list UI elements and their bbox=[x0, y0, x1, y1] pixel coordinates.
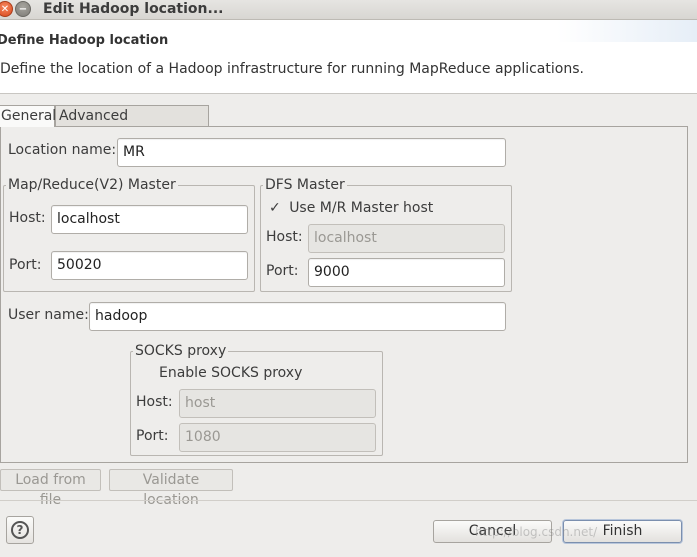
socks-proxy-group: SOCKS proxy Enable SOCKS proxy Host: hos… bbox=[130, 343, 383, 456]
validate-location-button[interactable]: Validate location bbox=[109, 469, 233, 508]
close-icon[interactable]: ✕ bbox=[0, 1, 13, 17]
general-panel: Location name: MR Map/Reduce(V2) Master … bbox=[0, 126, 688, 463]
dfs-port-input[interactable]: 9000 bbox=[308, 258, 505, 287]
location-name-label: Location name: bbox=[8, 142, 117, 158]
location-name-input[interactable]: MR bbox=[117, 138, 506, 167]
help-icon: ? bbox=[11, 521, 29, 539]
checkmark-icon: ✓ bbox=[269, 200, 281, 216]
dialog-header: Define Hadoop location Define the locati… bbox=[0, 20, 697, 94]
mapreduce-master-group: Map/Reduce(V2) Master Host: localhost Po… bbox=[3, 177, 255, 292]
socks-proxy-title: SOCKS proxy bbox=[133, 343, 229, 359]
mapreduce-master-title: Map/Reduce(V2) Master bbox=[6, 177, 178, 193]
socks-port-label: Port: bbox=[136, 428, 169, 444]
header-description: Define the location of a Hadoop infrastr… bbox=[0, 61, 584, 77]
mr-host-label: Host: bbox=[9, 210, 46, 226]
mr-port-input[interactable]: 50020 bbox=[51, 251, 248, 280]
title-bar: ✕ − Edit Hadoop location... bbox=[0, 0, 697, 20]
header-banner bbox=[557, 20, 697, 42]
minimize-icon[interactable]: − bbox=[15, 1, 31, 17]
dfs-port-label: Port: bbox=[266, 263, 299, 279]
user-name-label: User name: bbox=[8, 307, 89, 323]
dfs-master-group: DFS Master ✓ Use M/R Master host Host: l… bbox=[260, 177, 512, 292]
use-mr-host-label: Use M/R Master host bbox=[289, 200, 434, 216]
dfs-host-label: Host: bbox=[266, 229, 303, 245]
watermark-text: http://blog.csdn.net/ bbox=[475, 525, 598, 539]
enable-socks-proxy-checkbox[interactable]: Enable SOCKS proxy bbox=[159, 365, 302, 381]
user-name-input[interactable]: hadoop bbox=[89, 302, 506, 331]
tab-advanced-parameters[interactable]: Advanced parameters bbox=[55, 105, 209, 144]
socks-host-input[interactable]: host bbox=[179, 389, 376, 418]
help-button[interactable]: ? bbox=[6, 516, 34, 544]
tab-general[interactable]: General bbox=[0, 105, 56, 127]
mr-host-input[interactable]: localhost bbox=[51, 205, 248, 234]
window-title: Edit Hadoop location... bbox=[43, 1, 224, 17]
footer-separator bbox=[0, 500, 697, 501]
use-mr-host-checkbox[interactable]: ✓ Use M/R Master host bbox=[269, 200, 433, 216]
socks-host-label: Host: bbox=[136, 394, 173, 410]
mr-port-label: Port: bbox=[9, 257, 42, 273]
load-from-file-button[interactable]: Load from file bbox=[0, 469, 101, 508]
socks-port-input[interactable]: 1080 bbox=[179, 423, 376, 452]
dfs-master-title: DFS Master bbox=[263, 177, 347, 193]
dfs-host-input[interactable]: localhost bbox=[308, 224, 505, 253]
header-title: Define Hadoop location bbox=[0, 33, 169, 48]
